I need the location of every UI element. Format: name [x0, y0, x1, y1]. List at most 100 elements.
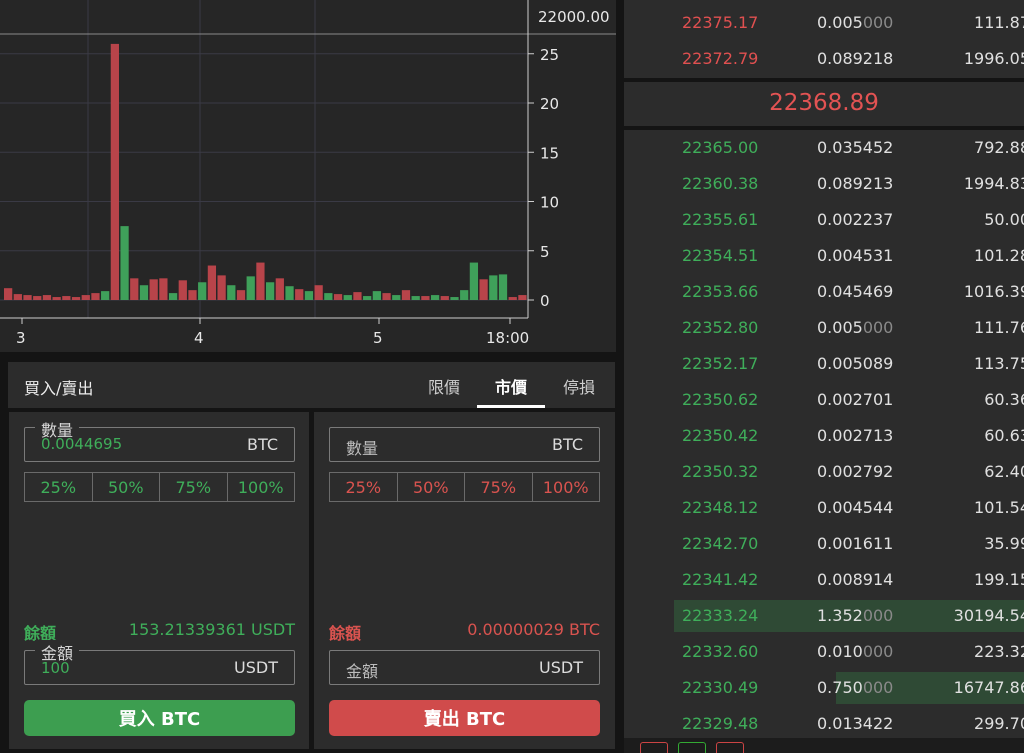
orderbook-asks: 22375.17 0.005000 111.87 22372.79 0.0892… [624, 0, 1024, 78]
volume-bar [295, 289, 304, 300]
bid-qty: 0.002701 [817, 390, 893, 409]
buy-amount-input[interactable]: 金額 100 USDT [24, 640, 295, 685]
bid-qty-main: 0.045469 [817, 282, 894, 301]
bid-qty-main: 0.013422 [817, 714, 894, 733]
bid-qty-main: 0.002701 [817, 390, 894, 409]
volume-bar [450, 297, 459, 300]
ask-price: 22375.17 [682, 13, 759, 32]
x-tick-label: 4 [194, 329, 204, 347]
sell-pct-100[interactable]: 100% [533, 473, 600, 501]
volume-bar [71, 297, 81, 300]
volume-bar [91, 293, 100, 300]
bid-row[interactable]: 22360.38 0.089213 1994.83 [624, 166, 1024, 202]
buy-pct-100[interactable]: 100% [228, 473, 295, 501]
bid-qty-main: 0.010 [817, 642, 863, 661]
x-tick-label: 3 [16, 329, 26, 347]
ask-qty-main: 0.005 [817, 13, 863, 32]
volume-bar [498, 274, 508, 300]
bid-row[interactable]: 22342.70 0.001611 35.99 [624, 526, 1024, 562]
volume-bar [207, 265, 217, 300]
sell-qty-unit: BTC [552, 435, 583, 454]
view-bids-icon[interactable] [678, 742, 706, 753]
ask-total: 111.87 [974, 13, 1024, 32]
volume-bar [23, 295, 32, 300]
bid-total: 16747.86 [953, 678, 1024, 697]
bid-total: 1994.83 [963, 174, 1024, 193]
sell-pct-50[interactable]: 50% [398, 473, 465, 501]
order-title: 買入/賣出 [24, 379, 94, 398]
volume-bar [81, 295, 90, 300]
ask-qty-main: 0.089218 [817, 49, 894, 68]
bid-row[interactable]: 22350.42 0.002713 60.63 [624, 418, 1024, 454]
bid-qty: 0.008914 [817, 570, 893, 589]
ask-total: 1996.05 [963, 49, 1024, 68]
bid-qty-trailing: 000 [862, 678, 894, 697]
volume-bar [314, 285, 323, 300]
bid-qty: 0.002713 [817, 426, 893, 445]
volume-bar [188, 290, 197, 300]
y-tick-label: 10 [540, 194, 559, 212]
bid-row[interactable]: 22341.42 0.008914 199.15 [624, 562, 1024, 598]
bid-row[interactable]: 22332.60 0.010000 223.32 [624, 634, 1024, 670]
bid-row[interactable]: 22350.32 0.002792 62.40 [624, 454, 1024, 490]
ask-qty: 0.089218 [817, 49, 893, 68]
bid-qty: 0.045469 [817, 282, 893, 301]
bid-qty: 0.010000 [817, 642, 893, 661]
volume-bar [469, 262, 479, 300]
buy-pct-75[interactable]: 75% [160, 473, 228, 501]
bid-row[interactable]: 22333.24 1.352000 30194.54 [624, 598, 1024, 634]
bid-row[interactable]: 22352.80 0.005000 111.76 [624, 310, 1024, 346]
bid-qty-main: 1.352 [817, 606, 863, 625]
bid-row[interactable]: 22355.61 0.002237 50.00 [624, 202, 1024, 238]
bid-qty: 0.002792 [817, 462, 893, 481]
bid-row[interactable]: 22353.66 0.045469 1016.39 [624, 274, 1024, 310]
bid-qty-main: 0.035452 [817, 138, 894, 157]
x-tick-label: 18:00 [486, 329, 529, 347]
volume-bar [304, 291, 314, 300]
bid-row[interactable]: 22350.62 0.002701 60.36 [624, 382, 1024, 418]
sell-btc-button[interactable]: 賣出 BTC [329, 700, 600, 736]
bid-row[interactable]: 22348.12 0.004544 101.54 [624, 490, 1024, 526]
bid-price: 22354.51 [682, 246, 759, 265]
buy-pct-50[interactable]: 50% [93, 473, 160, 501]
sell-qty-input[interactable]: 數量 BTC [329, 427, 600, 462]
bid-total: 35.99 [984, 534, 1024, 553]
sell-balance-value: 0.00000029 BTC [467, 620, 600, 639]
sell-pct-25[interactable]: 25% [330, 473, 398, 501]
bid-row[interactable]: 22330.49 0.750000 16747.86 [624, 670, 1024, 706]
y-tick-label: 25 [540, 46, 559, 64]
y-tick-label: 15 [540, 144, 559, 162]
volume-bar [489, 275, 498, 300]
bid-row[interactable]: 22329.48 0.013422 299.70 [624, 706, 1024, 738]
bid-total: 113.75 [974, 354, 1024, 373]
order-panel: 買入/賣出 限價 市價 停損 數量 0.0044695 BTC 25% 50% … [0, 356, 616, 753]
sell-pct-75[interactable]: 75% [465, 473, 533, 501]
volume-bar [62, 296, 71, 300]
tab-stop[interactable]: 停損 [553, 374, 605, 398]
buy-pct-25[interactable]: 25% [25, 473, 93, 501]
ask-row[interactable]: 22375.17 0.005000 111.87 [624, 5, 1024, 41]
bid-qty-main: 0.750 [817, 678, 863, 697]
volume-bar [217, 275, 226, 300]
buy-qty-unit: BTC [247, 435, 278, 454]
volume-bar [285, 286, 294, 300]
bid-price: 22360.38 [682, 174, 759, 193]
bid-row[interactable]: 22365.00 0.035452 792.88 [624, 130, 1024, 166]
sell-amount-input[interactable]: 金額 USDT [329, 650, 600, 685]
bid-row[interactable]: 22352.17 0.005089 113.75 [624, 346, 1024, 382]
ask-row[interactable]: 22372.79 0.089218 1996.05 [624, 41, 1024, 77]
tab-market[interactable]: 市價 [483, 374, 539, 398]
view-both-icon[interactable] [640, 742, 668, 753]
view-asks-icon[interactable] [716, 742, 744, 753]
tab-limit[interactable]: 限價 [418, 374, 470, 398]
bid-row[interactable]: 22354.51 0.004531 101.28 [624, 238, 1024, 274]
ask-price: 22372.79 [682, 49, 759, 68]
bid-price: 22330.49 [682, 678, 759, 697]
sell-balance-label: 餘額 [329, 624, 362, 643]
buy-btc-button[interactable]: 買入 BTC [24, 700, 295, 736]
bid-price: 22352.80 [682, 318, 759, 337]
buy-qty-input[interactable]: 數量 0.0044695 BTC [24, 417, 295, 462]
volume-chart[interactable]: 22000.00 25 20 15 10 5 0 3 4 5 18:00 [0, 0, 616, 352]
volume-bar [275, 278, 284, 300]
bid-total: 1016.39 [963, 282, 1024, 301]
